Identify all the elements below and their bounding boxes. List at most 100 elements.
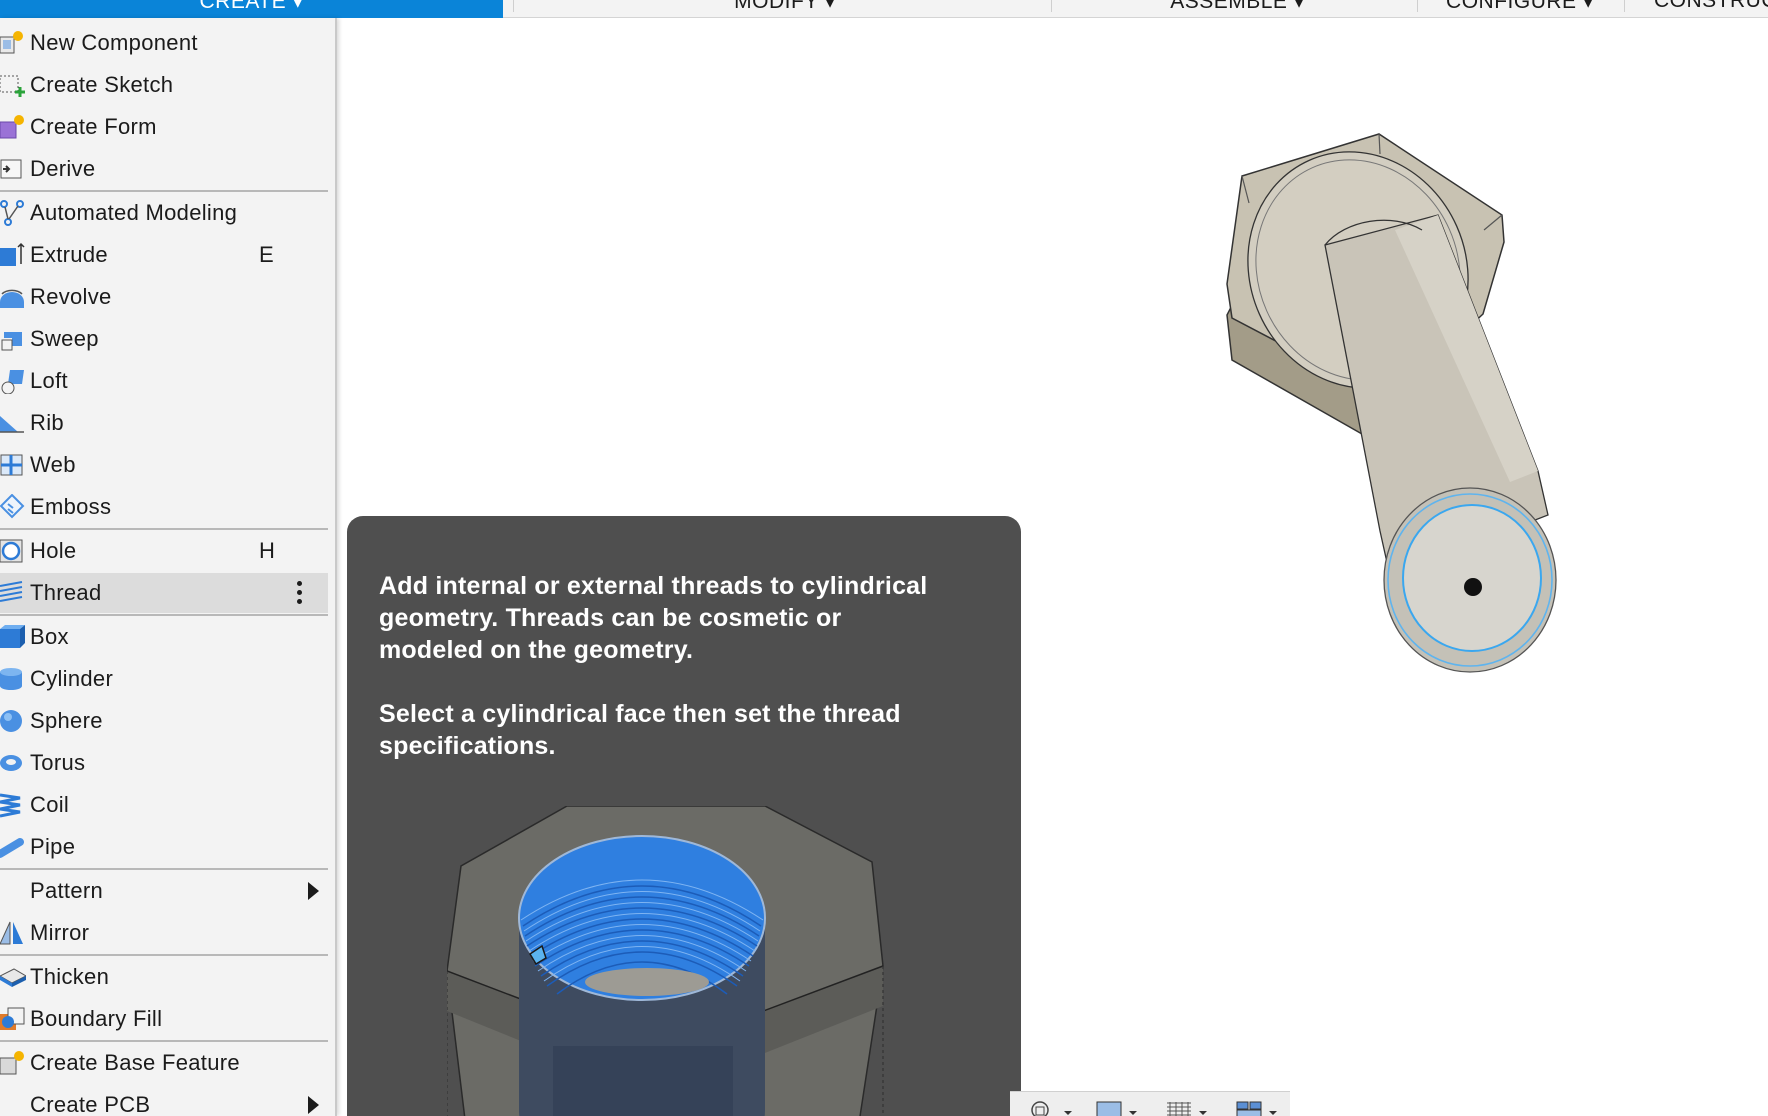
menu-item-thicken[interactable]: Thicken xyxy=(0,957,328,997)
mirror-icon xyxy=(0,921,23,945)
torus-icon xyxy=(0,755,22,771)
menu-item-label: Cylinder xyxy=(30,666,114,691)
thread-preview-image xyxy=(447,806,884,1116)
menu-separator xyxy=(0,868,328,870)
tab-configure[interactable]: CONFIGURE ▾ xyxy=(1420,0,1620,18)
menu-separator xyxy=(0,1040,328,1042)
tab-separator xyxy=(513,0,514,12)
coil-icon xyxy=(0,793,21,818)
more-options-icon[interactable] xyxy=(297,581,303,605)
menu-item-pattern[interactable]: Pattern xyxy=(0,871,328,911)
thicken-icon xyxy=(0,968,26,987)
hole-icon xyxy=(0,539,23,563)
tab-separator xyxy=(1624,0,1625,12)
menu-item-label: Hole xyxy=(30,538,77,563)
submenu-arrow-icon xyxy=(308,1096,319,1114)
menu-item-label: Derive xyxy=(30,156,96,181)
tab-assemble[interactable]: ASSEMBLE ▾ xyxy=(1060,0,1415,18)
menu-item-box[interactable]: Box xyxy=(0,617,328,657)
menu-item-new-component[interactable]: New Component xyxy=(0,23,328,63)
box-icon xyxy=(0,625,25,648)
menu-item-label: Mirror xyxy=(30,920,90,945)
menu-item-mirror[interactable]: Mirror xyxy=(0,913,328,953)
menu-item-sweep[interactable]: Sweep xyxy=(0,319,328,359)
menu-item-label: Thread xyxy=(30,580,102,605)
menu-item-automated-modeling[interactable]: Automated Modeling xyxy=(0,193,328,233)
menu-item-label: Thicken xyxy=(30,964,110,989)
grid-settings-icon[interactable] xyxy=(1165,1101,1211,1116)
create-form-icon xyxy=(0,115,24,139)
menu-item-revolve[interactable]: Revolve xyxy=(0,277,328,317)
menu-item-create-base-feature[interactable]: Create Base Feature xyxy=(0,1043,328,1083)
create-dropdown-menu: New Component Create Sketch Create Form … xyxy=(0,18,337,1116)
thread-icon xyxy=(0,581,23,602)
create-base-feature-icon xyxy=(0,1051,24,1075)
menu-item-create-sketch[interactable]: Create Sketch xyxy=(0,65,328,105)
menu-item-loft[interactable]: Loft xyxy=(0,361,328,401)
menu-item-label: Coil xyxy=(30,792,70,817)
visual-style-icon[interactable] xyxy=(1030,1101,1074,1116)
menu-item-extrude[interactable]: Extrude E xyxy=(0,235,328,275)
menu-item-label: Sweep xyxy=(30,326,99,351)
menu-item-thread[interactable]: Thread xyxy=(0,573,328,613)
menu-item-label: Create PCB xyxy=(30,1092,151,1116)
tooltip-description: Add internal or external threads to cyli… xyxy=(379,572,928,664)
tooltip-instruction: Select a cylindrical face then set the t… xyxy=(379,700,901,760)
menu-item-label: Sphere xyxy=(30,708,103,733)
menu-item-label: New Component xyxy=(30,30,198,55)
menu-item-label: Box xyxy=(30,624,69,649)
boundary-fill-icon xyxy=(0,1007,25,1030)
menu-item-label: Pattern xyxy=(30,878,104,903)
menu-item-hole[interactable]: Hole H xyxy=(0,531,328,571)
menu-item-shortcut: E xyxy=(259,242,274,267)
menu-item-label: Revolve xyxy=(30,284,112,309)
menu-separator xyxy=(0,190,328,192)
tab-construct[interactable]: CONSTRUCT xyxy=(1630,0,1768,18)
menu-item-sphere[interactable]: Sphere xyxy=(0,701,328,741)
submenu-arrow-icon xyxy=(308,882,319,900)
menu-item-shortcut: H xyxy=(259,538,275,563)
cylinder-icon xyxy=(0,668,22,690)
create-sketch-icon xyxy=(0,75,25,97)
menu-item-boundary-fill[interactable]: Boundary Fill xyxy=(0,999,328,1039)
derive-icon xyxy=(0,159,22,179)
menu-item-label: Extrude xyxy=(30,242,108,267)
menu-item-label: Create Base Feature xyxy=(30,1050,240,1075)
menu-item-create-form[interactable]: Create Form xyxy=(0,107,328,147)
sphere-icon xyxy=(0,710,22,732)
menu-item-label: Web xyxy=(30,452,76,477)
menu-item-rib[interactable]: Rib xyxy=(0,403,328,443)
new-component-icon xyxy=(0,31,23,54)
display-mode-icon[interactable] xyxy=(1095,1101,1141,1116)
menu-separator xyxy=(0,614,328,616)
menu-item-emboss[interactable]: Emboss xyxy=(0,487,328,527)
menu-item-label: Pipe xyxy=(30,834,76,859)
tab-separator xyxy=(1051,0,1052,12)
menu-item-torus[interactable]: Torus xyxy=(0,743,328,783)
rib-icon xyxy=(0,416,24,433)
tab-create[interactable]: CREATE ▾ xyxy=(0,0,503,18)
menu-separator xyxy=(0,528,328,530)
menu-item-coil[interactable]: Coil xyxy=(0,785,328,825)
tab-modify[interactable]: MODIFY ▾ xyxy=(520,0,1050,18)
menu-item-web[interactable]: Web xyxy=(0,445,328,485)
sweep-icon xyxy=(1,332,22,351)
viewport-layout-icon[interactable] xyxy=(1235,1101,1281,1116)
pipe-icon xyxy=(0,838,24,858)
menu-item-label: Torus xyxy=(30,750,86,775)
menu-item-create-pcb[interactable]: Create PCB xyxy=(0,1085,328,1116)
menu-item-label: Rib xyxy=(30,410,64,435)
menu-item-label: Create Sketch xyxy=(30,72,174,97)
automated-modeling-icon xyxy=(0,200,24,226)
menu-item-label: Emboss xyxy=(30,494,112,519)
menu-item-label: Loft xyxy=(30,368,68,393)
menu-item-cylinder[interactable]: Cylinder xyxy=(0,659,328,699)
menu-item-derive[interactable]: Derive xyxy=(0,149,328,189)
emboss-icon xyxy=(0,494,25,519)
menu-item-pipe[interactable]: Pipe xyxy=(0,827,328,867)
menu-item-label: Create Form xyxy=(30,114,157,139)
bolt-model[interactable] xyxy=(1180,120,1600,690)
menu-item-label: Boundary Fill xyxy=(30,1006,163,1031)
thread-tooltip: Add internal or external threads to cyli… xyxy=(347,516,1021,1116)
extrude-icon xyxy=(0,242,25,266)
